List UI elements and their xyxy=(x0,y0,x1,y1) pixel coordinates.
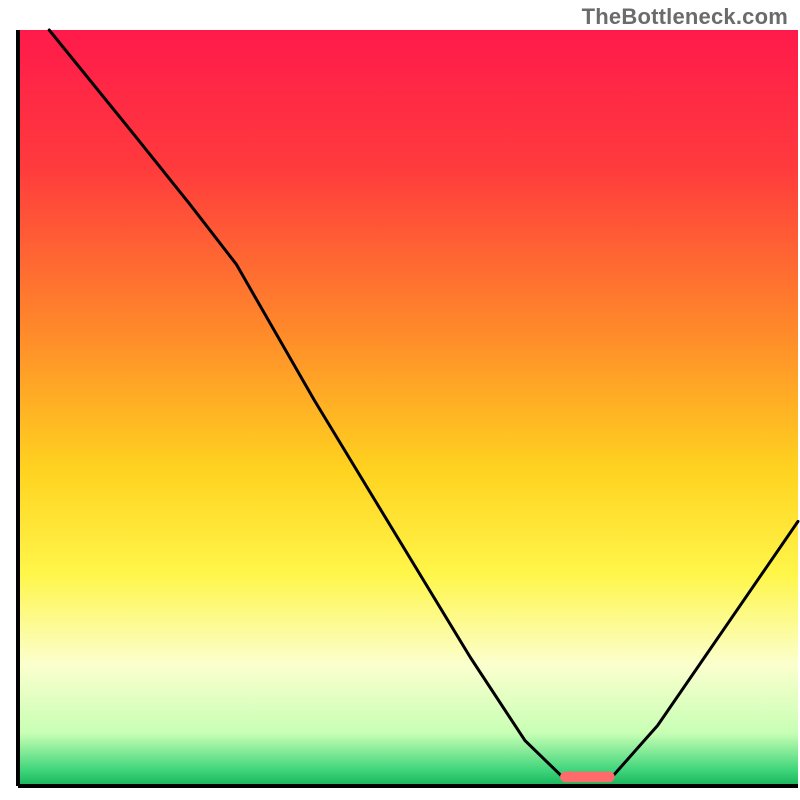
optimal-marker xyxy=(560,772,615,783)
watermark-text: TheBottleneck.com xyxy=(582,4,788,30)
chart-container: TheBottleneck.com xyxy=(0,0,800,800)
gradient-background xyxy=(18,30,798,786)
bottleneck-chart xyxy=(0,0,800,800)
